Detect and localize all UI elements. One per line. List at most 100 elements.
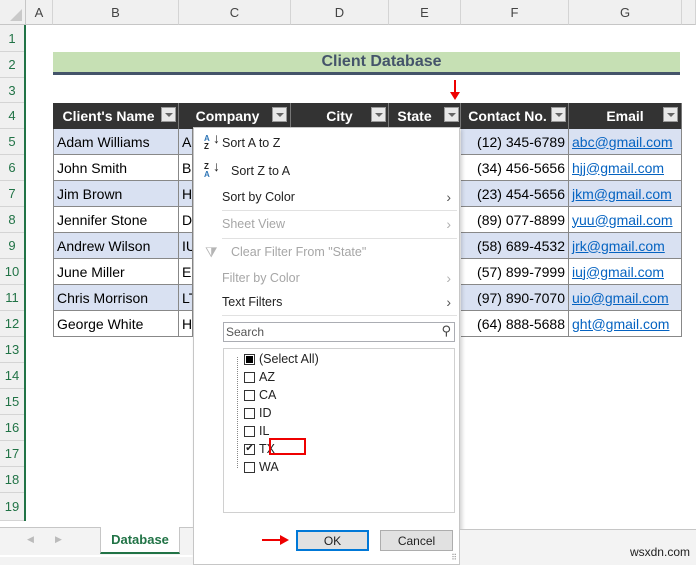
cell-email[interactable]: ght@gmail.com	[569, 311, 682, 337]
row-header[interactable]: 11	[0, 285, 24, 311]
sort-descending-icon: Z A ↓	[204, 158, 220, 179]
cell-contact: (12) 345-6789	[461, 129, 569, 155]
row-header[interactable]: 14	[0, 363, 24, 389]
sort-ascending-icon: A Z ↓	[204, 130, 220, 151]
menu-sort-a-to-z[interactable]: A Z ↓ Sort A to Z	[194, 131, 459, 155]
checkbox-checked[interactable]: ✔	[244, 443, 255, 455]
cell-contact: (64) 888-5688	[461, 311, 569, 337]
checkbox-unchecked[interactable]	[244, 389, 255, 401]
cell-client-name: Andrew Wilson	[53, 233, 179, 259]
filter-button-company[interactable]	[272, 107, 287, 122]
menu-separator	[222, 210, 457, 211]
cell-email[interactable]: jkm@gmail.com	[569, 181, 682, 207]
cell-contact: (58) 689-4532	[461, 233, 569, 259]
cell-company: Do	[179, 207, 193, 233]
chevron-right-icon: ›	[446, 216, 451, 232]
ok-button[interactable]: OK	[296, 530, 369, 551]
cell-contact: (57) 899-7999	[461, 259, 569, 285]
menu-sort-z-to-a[interactable]: Z A ↓ Sort Z to A	[194, 159, 459, 183]
filter-option[interactable]: (Select All)	[244, 350, 319, 368]
row-header[interactable]: 5	[0, 129, 24, 155]
tab-scroll-left-icon[interactable]: ◀	[27, 534, 34, 545]
cell-email[interactable]: iuj@gmail.com	[569, 259, 682, 285]
column-header-g[interactable]: G	[569, 0, 682, 25]
scroll-area: wsxdn.com	[460, 529, 696, 565]
resize-grip-icon[interactable]: ⠿	[451, 553, 457, 562]
row-header[interactable]: 6	[0, 155, 24, 181]
cell-company: Al	[179, 129, 193, 155]
checkbox-partial[interactable]	[244, 353, 255, 365]
tab-scroll-right-icon[interactable]: ▶	[55, 534, 62, 545]
filter-button-name[interactable]	[161, 107, 176, 122]
filter-button-state[interactable]	[444, 107, 459, 122]
cell-contact: (89) 077-8899	[461, 207, 569, 233]
checkbox-unchecked[interactable]	[244, 371, 255, 383]
menu-sort-by-color[interactable]: Sort by Color ›	[194, 185, 459, 209]
row-header[interactable]: 7	[0, 181, 24, 207]
row-header[interactable]: 2	[0, 52, 24, 78]
row-header[interactable]: 16	[0, 415, 24, 441]
chevron-right-icon: ›	[446, 294, 451, 310]
cell-email[interactable]: abc@gmail.com	[569, 129, 682, 155]
row-header[interactable]: 19	[0, 493, 24, 521]
select-all-corner[interactable]	[0, 0, 26, 25]
row-header[interactable]: 13	[0, 337, 24, 363]
filter-option-label: CA	[259, 388, 277, 402]
filter-option[interactable]: AZ	[244, 368, 275, 386]
column-header-e[interactable]: E	[389, 0, 461, 25]
filter-dropdown-menu: A Z ↓ Sort A to Z Z A ↓ Sort Z to A Sort by …	[193, 127, 460, 565]
row-header[interactable]: 8	[0, 207, 24, 233]
cell-email[interactable]: yuu@gmail.com	[569, 207, 682, 233]
cell-email[interactable]: uio@gmail.com	[569, 285, 682, 311]
cell-client-name: Jim Brown	[53, 181, 179, 207]
cell-email[interactable]: jrk@gmail.com	[569, 233, 682, 259]
filter-button-contact[interactable]	[551, 107, 566, 122]
cell-email[interactable]: hjj@gmail.com	[569, 155, 682, 181]
filter-option[interactable]: IL	[244, 422, 269, 440]
cell-company: IU	[179, 233, 193, 259]
checkbox-unchecked[interactable]	[244, 407, 255, 419]
checkbox-unchecked[interactable]	[244, 461, 255, 473]
annotation-arrow-down	[450, 80, 460, 100]
cell-contact: (34) 456-5656	[461, 155, 569, 181]
column-header-c[interactable]: C	[179, 0, 291, 25]
row-header[interactable]: 1	[0, 25, 24, 52]
filter-option[interactable]: ID	[244, 404, 272, 422]
cell-contact: (23) 454-5656	[461, 181, 569, 207]
column-header-a[interactable]: A	[26, 0, 53, 25]
filter-option-label: (Select All)	[259, 352, 319, 366]
watermark: wsxdn.com	[629, 545, 690, 559]
cell-company: EF	[179, 259, 193, 285]
menu-filter-by-color: Filter by Color ›	[222, 270, 451, 286]
cell-client-name: George White	[53, 311, 179, 337]
filter-option-label: IL	[259, 424, 270, 438]
sheet-title: Client Database	[53, 52, 680, 75]
cell-company: H.	[179, 181, 193, 207]
cell-client-name: Jennifer Stone	[53, 207, 179, 233]
menu-clear-filter: ⧩ Clear Filter From "State"	[205, 243, 367, 260]
column-header-h[interactable]	[682, 0, 696, 25]
menu-text-filters[interactable]: Text Filters ›	[194, 290, 459, 314]
row-header[interactable]: 10	[0, 259, 24, 285]
filter-search-input[interactable]: Search ⚲	[223, 322, 455, 342]
cell-client-name: June Miller	[53, 259, 179, 285]
row-header[interactable]: 9	[0, 233, 24, 259]
column-header-f[interactable]: F	[461, 0, 569, 25]
row-header[interactable]: 18	[0, 467, 24, 493]
filter-button-city[interactable]	[371, 107, 386, 122]
cell-client-name: Adam Williams	[53, 129, 179, 155]
cell-company: LT	[179, 285, 193, 311]
filter-option[interactable]: WA	[244, 458, 279, 476]
column-header-b[interactable]: B	[53, 0, 179, 25]
filter-button-email[interactable]	[663, 107, 678, 122]
column-header-d[interactable]: D	[291, 0, 389, 25]
row-header[interactable]: 4	[0, 103, 24, 129]
row-header[interactable]: 17	[0, 441, 24, 467]
checkbox-unchecked[interactable]	[244, 425, 255, 437]
cancel-button[interactable]: Cancel	[380, 530, 453, 551]
filter-option[interactable]: CA	[244, 386, 276, 404]
row-header[interactable]: 15	[0, 389, 24, 415]
row-header[interactable]: 12	[0, 311, 24, 337]
sheet-tab-database[interactable]: Database	[100, 527, 180, 554]
row-header[interactable]: 3	[0, 78, 24, 103]
